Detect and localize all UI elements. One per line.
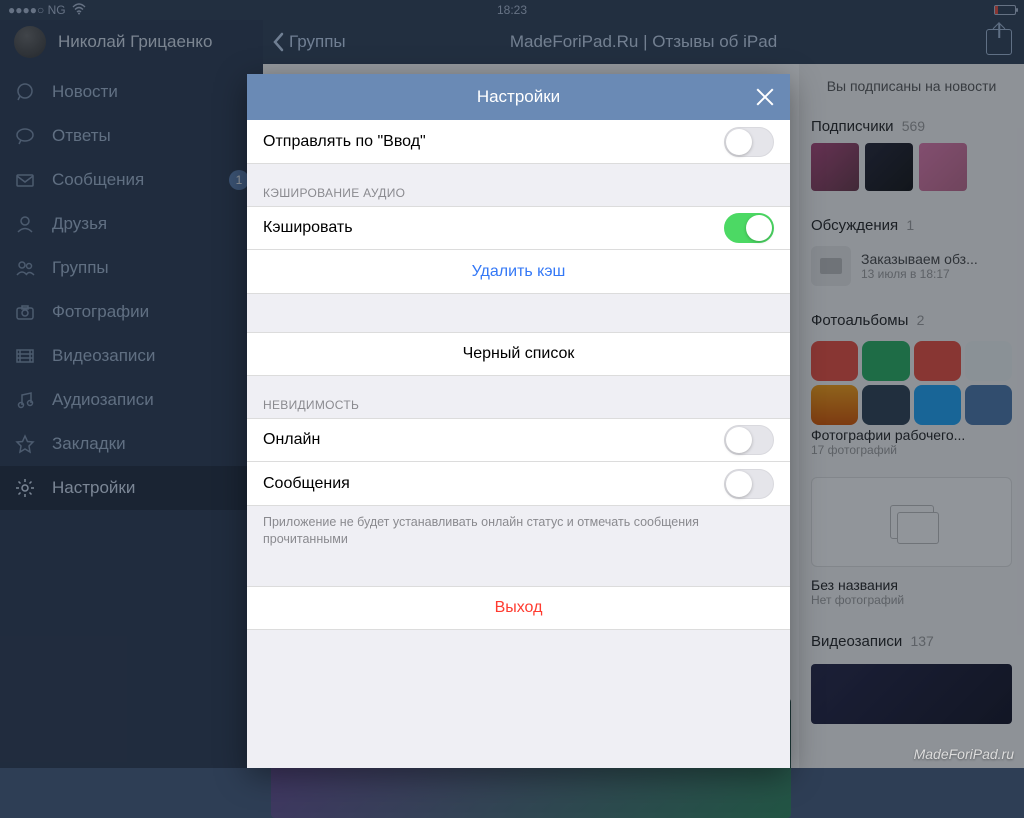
row-cache[interactable]: Кэшировать <box>247 206 790 250</box>
modal-title: Настройки <box>477 87 560 107</box>
row-blacklist[interactable]: Черный список <box>247 332 790 376</box>
row-label: Сообщения <box>263 475 350 493</box>
row-label: Черный список <box>463 345 575 363</box>
watermark: MadeForiPad.ru <box>914 746 1014 762</box>
row-logout[interactable]: Выход <box>247 586 790 630</box>
modal-body: Отправлять по "Ввод" КЭШИРОВАНИЕ АУДИО К… <box>247 120 790 768</box>
row-label: Удалить кэш <box>472 263 566 281</box>
modal-header: Настройки <box>247 74 790 120</box>
row-label: Отправлять по "Ввод" <box>263 133 426 151</box>
section-invisibility: НЕВИДИМОСТЬ <box>247 376 790 418</box>
row-clear-cache[interactable]: Удалить кэш <box>247 250 790 294</box>
toggle-send-on-enter[interactable] <box>724 127 774 157</box>
row-label: Кэшировать <box>263 219 353 237</box>
close-button[interactable] <box>752 84 778 110</box>
row-label: Выход <box>495 599 543 617</box>
row-messages[interactable]: Сообщения <box>247 462 790 506</box>
section-cache: КЭШИРОВАНИЕ АУДИО <box>247 164 790 206</box>
row-send-on-enter[interactable]: Отправлять по "Ввод" <box>247 120 790 164</box>
toggle-cache[interactable] <box>724 213 774 243</box>
row-label: Онлайн <box>263 431 320 449</box>
row-online[interactable]: Онлайн <box>247 418 790 462</box>
invisibility-note: Приложение не будет устанавливать онлайн… <box>247 506 790 548</box>
settings-modal: Настройки Отправлять по "Ввод" КЭШИРОВАН… <box>247 74 790 768</box>
toggle-online[interactable] <box>724 425 774 455</box>
toggle-messages[interactable] <box>724 469 774 499</box>
